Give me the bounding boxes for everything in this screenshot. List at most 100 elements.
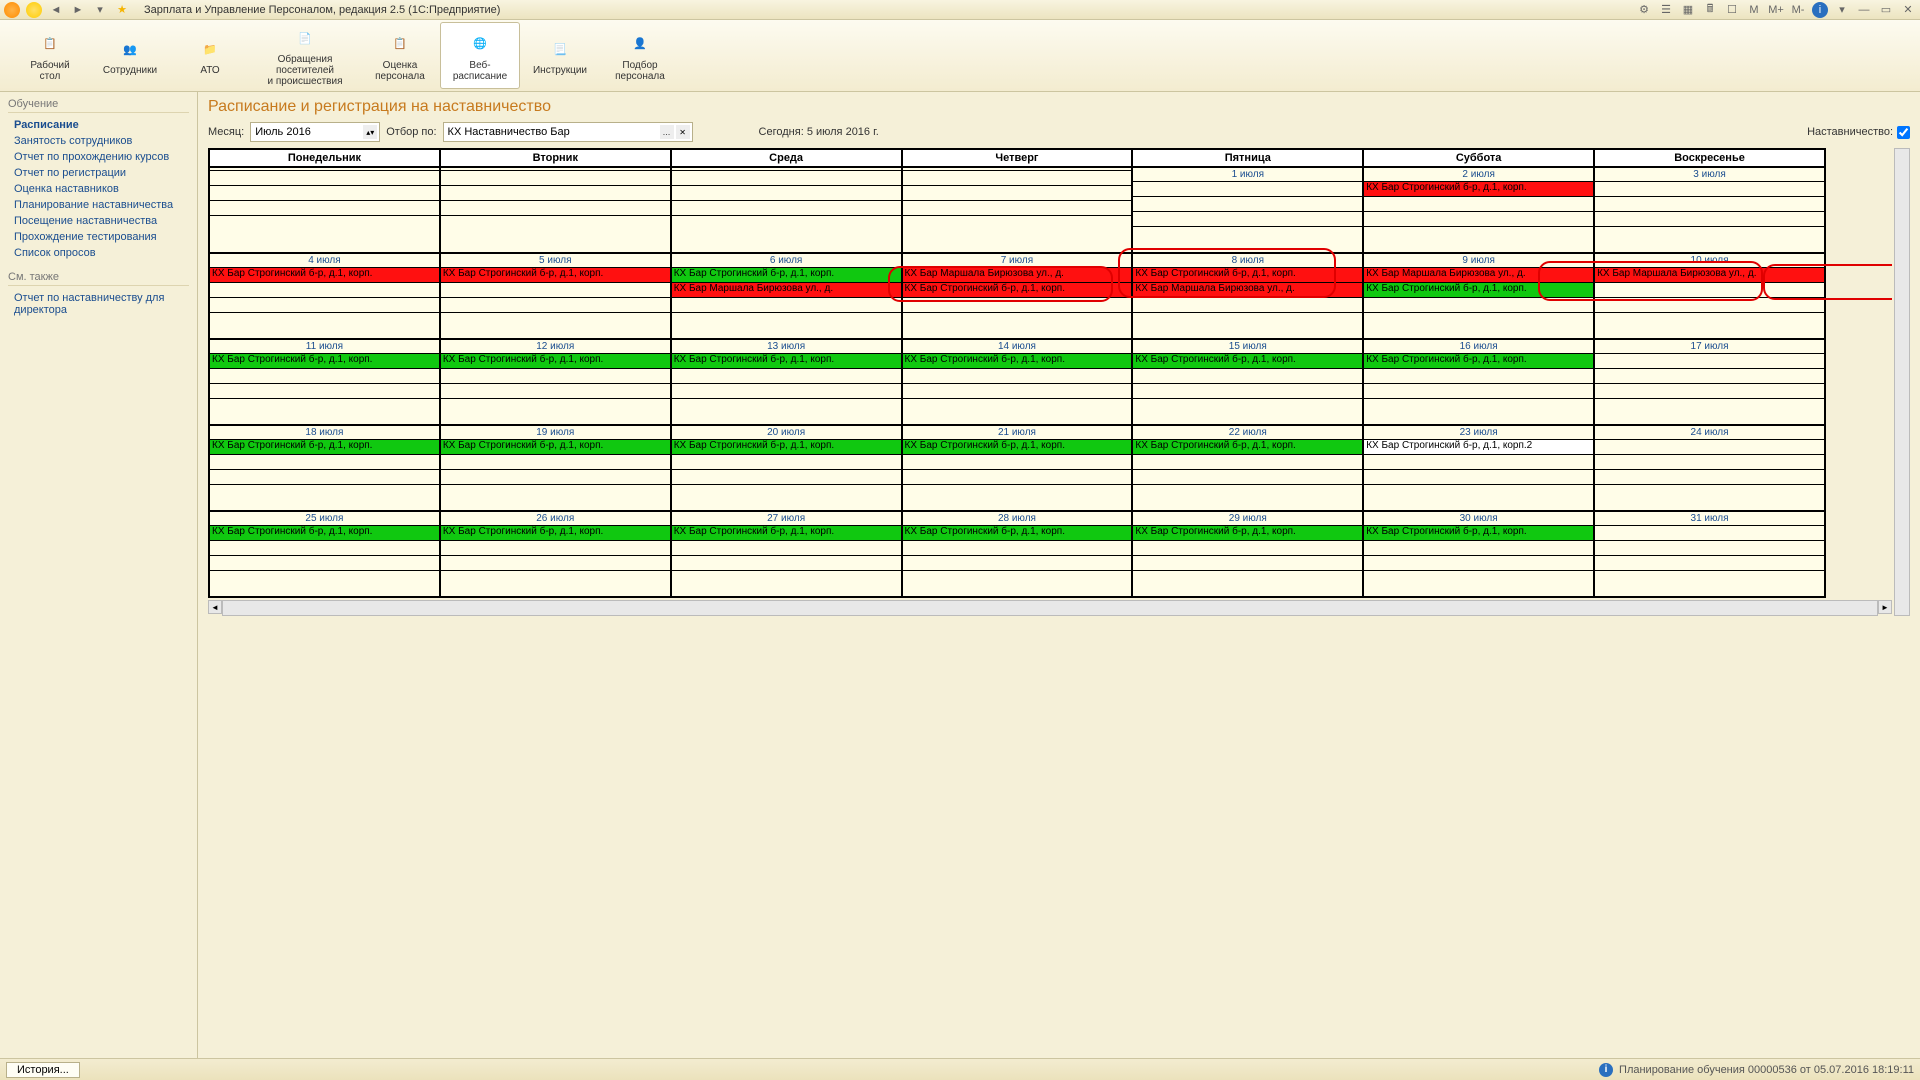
day-cell[interactable]: 18 июляКХ Бар Строгинский б-р, д.1, корп…	[209, 425, 440, 511]
day-cell[interactable]: 16 июляКХ Бар Строгинский б-р, д.1, корп…	[1363, 339, 1594, 425]
day-cell[interactable]: 4 июляКХ Бар Строгинский б-р, д.1, корп.	[209, 253, 440, 339]
maximize-icon[interactable]: ▭	[1878, 2, 1894, 18]
event-slot[interactable]: КХ Бар Строгинский б-р, д.1, корп.	[1133, 353, 1362, 368]
event-slot[interactable]: КХ Бар Строгинский б-р, д.1, корп.	[210, 525, 439, 540]
day-cell[interactable]: 25 июляКХ Бар Строгинский б-р, д.1, корп…	[209, 511, 440, 597]
sidebar-link[interactable]: Занятость сотрудников	[8, 133, 189, 149]
month-combo[interactable]: Июль 2016 ▴▾	[250, 122, 380, 142]
toolbar-АТО[interactable]: 📁АТО	[170, 22, 250, 89]
sidebar-link[interactable]: Отчет по регистрации	[8, 165, 189, 181]
event-slot[interactable]: КХ Бар Строгинский б-р, д.1, корп.	[1133, 525, 1362, 540]
clear-icon[interactable]: ✕	[676, 125, 690, 139]
event-slot[interactable]: КХ Бар Строгинский б-р, д.1, корп.	[672, 353, 901, 368]
home-icon[interactable]	[26, 2, 42, 18]
settings-icon[interactable]: ▾	[1834, 2, 1850, 18]
event-slot[interactable]: КХ Бар Строгинский б-р, д.1, корп.	[1364, 282, 1593, 297]
hscroll-track[interactable]	[222, 600, 1878, 616]
tool-icon-4[interactable]: 🖩	[1702, 2, 1718, 18]
day-cell[interactable]: 5 июляКХ Бар Строгинский б-р, д.1, корп.	[440, 253, 671, 339]
day-cell[interactable]	[671, 167, 902, 253]
hscroll-right-icon[interactable]: ►	[1878, 600, 1892, 614]
mem-mminus[interactable]: M-	[1790, 2, 1806, 18]
mem-m[interactable]: M	[1746, 2, 1762, 18]
tool-icon-5[interactable]: ☐	[1724, 2, 1740, 18]
event-slot[interactable]: КХ Бар Маршала Бирюзова ул., д.	[1595, 267, 1824, 282]
sidebar-link[interactable]: Отчет по наставничеству для директора	[8, 290, 189, 318]
event-slot[interactable]: КХ Бар Строгинский б-р, д.1, корп.	[672, 267, 901, 282]
minimize-icon[interactable]: —	[1856, 2, 1872, 18]
event-slot[interactable]: КХ Бар Строгинский б-р, д.1, корп.	[903, 353, 1132, 368]
toolbar-Подбор[interactable]: 👤Подборперсонала	[600, 22, 680, 89]
day-cell[interactable]	[902, 167, 1133, 253]
close-icon[interactable]: ✕	[1900, 2, 1916, 18]
day-cell[interactable]: 24 июля	[1594, 425, 1825, 511]
sidebar-link[interactable]: Список опросов	[8, 245, 189, 261]
day-cell[interactable]: 17 июля	[1594, 339, 1825, 425]
app-icon[interactable]	[4, 2, 20, 18]
day-cell[interactable]: 12 июляКХ Бар Строгинский б-р, д.1, корп…	[440, 339, 671, 425]
event-slot[interactable]: КХ Бар Строгинский б-р, д.1, корп.	[441, 267, 670, 282]
day-cell[interactable]: 14 июляКХ Бар Строгинский б-р, д.1, корп…	[902, 339, 1133, 425]
day-cell[interactable]: 2 июляКХ Бар Строгинский б-р, д.1, корп.	[1363, 167, 1594, 253]
day-cell[interactable]: 13 июляКХ Бар Строгинский б-р, д.1, корп…	[671, 339, 902, 425]
day-cell[interactable]: 26 июляКХ Бар Строгинский б-р, д.1, корп…	[440, 511, 671, 597]
event-slot[interactable]: КХ Бар Строгинский б-р, д.1, корп.	[903, 525, 1132, 540]
toolbar-Рабочий[interactable]: 📋Рабочийстол	[10, 22, 90, 89]
event-slot[interactable]: КХ Бар Строгинский б-р, д.1, корп.	[441, 353, 670, 368]
event-slot[interactable]: КХ Бар Строгинский б-р, д.1, корп.	[441, 525, 670, 540]
toolbar-Инструкции[interactable]: 📃Инструкции	[520, 22, 600, 89]
day-cell[interactable]: 19 июляКХ Бар Строгинский б-р, д.1, корп…	[440, 425, 671, 511]
forward-icon[interactable]: ►	[70, 2, 86, 18]
day-cell[interactable]: 10 июляКХ Бар Маршала Бирюзова ул., д.	[1594, 253, 1825, 339]
info-icon[interactable]: i	[1812, 2, 1828, 18]
event-slot[interactable]: КХ Бар Строгинский б-р, д.1, корп.	[1364, 353, 1593, 368]
filter-combo[interactable]: КХ Наставничество Бар … ✕	[443, 122, 693, 142]
dropdown-icon[interactable]: ▾	[92, 2, 108, 18]
toolbar-Веб-расписание[interactable]: 🌐Веб-расписание	[440, 22, 520, 89]
event-slot[interactable]: КХ Бар Строгинский б-р, д.1, корп.	[1133, 267, 1362, 282]
day-cell[interactable]: 3 июля	[1594, 167, 1825, 253]
day-cell[interactable]: 27 июляКХ Бар Строгинский б-р, д.1, корп…	[671, 511, 902, 597]
tool-icon-2[interactable]: ☰	[1658, 2, 1674, 18]
day-cell[interactable]: 11 июляКХ Бар Строгинский б-р, д.1, корп…	[209, 339, 440, 425]
event-slot[interactable]: КХ Бар Маршала Бирюзова ул., д.	[1364, 267, 1593, 282]
day-cell[interactable]: 15 июляКХ Бар Строгинский б-р, д.1, корп…	[1132, 339, 1363, 425]
day-cell[interactable]: 8 июляКХ Бар Строгинский б-р, д.1, корп.…	[1132, 253, 1363, 339]
sidebar-link[interactable]: Оценка наставников	[8, 181, 189, 197]
event-slot[interactable]: КХ Бар Строгинский б-р, д.1, корп.	[1133, 439, 1362, 454]
event-slot[interactable]: КХ Бар Строгинский б-р, д.1, корп.	[210, 439, 439, 454]
event-slot[interactable]: КХ Бар Строгинский б-р, д.1, корп.	[210, 267, 439, 282]
event-slot[interactable]: КХ Бар Строгинский б-р, д.1, корп.	[1364, 525, 1593, 540]
mem-mplus[interactable]: M+	[1768, 2, 1784, 18]
day-cell[interactable]	[440, 167, 671, 253]
event-slot[interactable]: КХ Бар Строгинский б-р, д.1, корп.2	[1364, 439, 1593, 454]
day-cell[interactable]: 1 июля	[1132, 167, 1363, 253]
sidebar-link[interactable]: Прохождение тестирования	[8, 229, 189, 245]
event-slot[interactable]: КХ Бар Строгинский б-р, д.1, корп.	[903, 282, 1132, 297]
toolbar-Обращения посетителей[interactable]: 📄Обращения посетителейи происшествия	[250, 22, 360, 89]
hscroll-left-icon[interactable]: ◄	[208, 600, 222, 614]
event-slot[interactable]: КХ Бар Строгинский б-р, д.1, корп.	[441, 439, 670, 454]
toolbar-Оценка[interactable]: 📋Оценкаперсонала	[360, 22, 440, 89]
lookup-icon[interactable]: …	[660, 125, 674, 139]
sidebar-link[interactable]: Планирование наставничества	[8, 197, 189, 213]
tool-icon-1[interactable]: ⚙	[1636, 2, 1652, 18]
event-slot[interactable]: КХ Бар Строгинский б-р, д.1, корп.	[903, 439, 1132, 454]
day-cell[interactable]: 28 июляКХ Бар Строгинский б-р, д.1, корп…	[902, 511, 1133, 597]
day-cell[interactable]: 31 июля	[1594, 511, 1825, 597]
mentor-checkbox[interactable]	[1897, 126, 1910, 139]
day-cell[interactable]: 22 июляКХ Бар Строгинский б-р, д.1, корп…	[1132, 425, 1363, 511]
day-cell[interactable]: 6 июляКХ Бар Строгинский б-р, д.1, корп.…	[671, 253, 902, 339]
day-cell[interactable]: 7 июляКХ Бар Маршала Бирюзова ул., д.КХ …	[902, 253, 1133, 339]
vscroll[interactable]	[1894, 148, 1910, 616]
day-cell[interactable]: 9 июляКХ Бар Маршала Бирюзова ул., д.КХ …	[1363, 253, 1594, 339]
day-cell[interactable]: 20 июляКХ Бар Строгинский б-р, д.1, корп…	[671, 425, 902, 511]
event-slot[interactable]: КХ Бар Маршала Бирюзова ул., д.	[1133, 282, 1362, 297]
sidebar-link[interactable]: Расписание	[8, 117, 189, 133]
day-cell[interactable]: 23 июляКХ Бар Строгинский б-р, д.1, корп…	[1363, 425, 1594, 511]
day-cell[interactable]: 29 июляКХ Бар Строгинский б-р, д.1, корп…	[1132, 511, 1363, 597]
day-cell[interactable]	[209, 167, 440, 253]
day-cell[interactable]: 30 июляКХ Бар Строгинский б-р, д.1, корп…	[1363, 511, 1594, 597]
toolbar-Сотрудники[interactable]: 👥Сотрудники	[90, 22, 170, 89]
event-slot[interactable]: КХ Бар Строгинский б-р, д.1, корп.	[672, 439, 901, 454]
